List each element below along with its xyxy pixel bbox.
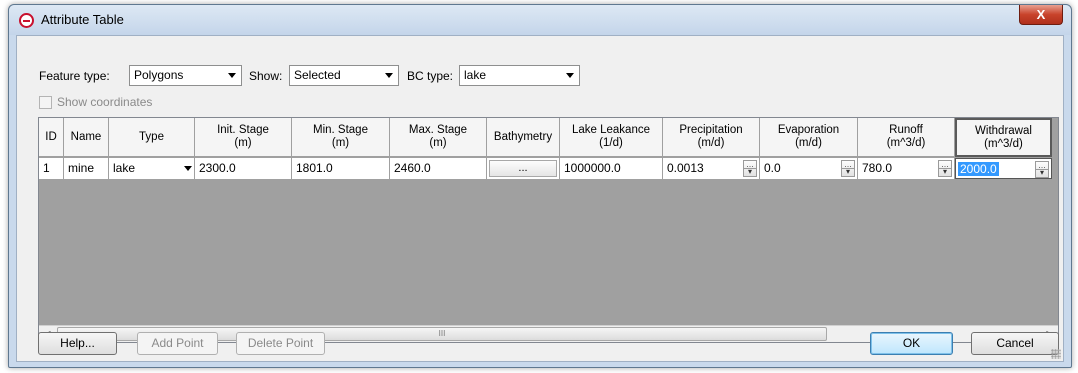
column-header-bathymetry[interactable]: Bathymetry <box>487 118 560 157</box>
show-label: Show: <box>249 69 283 83</box>
column-header-max-stage[interactable]: Max. Stage (m) <box>390 118 487 157</box>
show-dropdown[interactable]: Selected <box>289 65 399 86</box>
column-header-withdrawal[interactable]: Withdrawal (m^3/d) <box>955 118 1052 157</box>
cell-withdrawal-editor[interactable]: 2000.0 … ▾ <box>955 158 1052 179</box>
help-button[interactable]: Help... <box>38 332 117 355</box>
feature-type-value: Polygons <box>134 68 184 82</box>
column-header-id[interactable]: ID <box>39 118 64 157</box>
bathymetry-button[interactable]: ... <box>489 160 557 177</box>
resize-grip-icon[interactable] <box>1051 349 1061 359</box>
cell-init-stage[interactable]: 2300.0 <box>195 158 292 180</box>
bc-type-label: BC type: <box>407 69 454 83</box>
delete-point-button[interactable]: Delete Point <box>236 332 325 355</box>
spin-arrows-icon[interactable]: … ▾ <box>743 160 757 177</box>
column-header-init-stage[interactable]: Init. Stage (m) <box>195 118 292 157</box>
cell-bathymetry: ... <box>487 158 560 180</box>
ok-button[interactable]: OK <box>870 332 953 355</box>
add-point-button[interactable]: Add Point <box>137 332 218 355</box>
show-coordinates-checkbox[interactable] <box>39 96 52 109</box>
column-header-evaporation[interactable]: Evaporation (m/d) <box>760 118 858 157</box>
chevron-down-icon <box>228 73 236 78</box>
column-header-precipitation[interactable]: Precipitation (m/d) <box>663 118 760 157</box>
app-logo-icon <box>19 13 34 28</box>
cell-runoff-value: 780.0 <box>862 161 893 175</box>
cell-evaporation-value: 0.0 <box>764 161 781 175</box>
bc-type-value: lake <box>464 68 487 82</box>
dialog-body: Feature type: Polygons Show: Selected BC… <box>16 35 1064 362</box>
cancel-button[interactable]: Cancel <box>971 332 1059 355</box>
cell-evaporation[interactable]: 0.0 … ▾ <box>760 158 858 180</box>
chevron-down-icon[interactable] <box>184 166 192 171</box>
chevron-down-icon <box>385 73 393 78</box>
chevron-down-icon <box>566 73 574 78</box>
title-bar[interactable]: Attribute Table X <box>9 5 1071 35</box>
spin-arrows-icon[interactable]: … ▾ <box>1035 161 1049 178</box>
column-header-type[interactable]: Type <box>109 118 195 157</box>
cell-max-stage[interactable]: 2460.0 <box>390 158 487 180</box>
cell-precipitation[interactable]: 0.0013 … ▾ <box>663 158 760 180</box>
feature-type-label: Feature type: <box>39 69 110 83</box>
cell-type-value: lake <box>113 161 136 175</box>
cell-min-stage[interactable]: 1801.0 <box>292 158 390 180</box>
cell-precipitation-value: 0.0013 <box>667 161 704 175</box>
column-header-name[interactable]: Name <box>64 118 109 157</box>
cell-id[interactable]: 1 <box>39 158 64 180</box>
column-header-runoff[interactable]: Runoff (m^3/d) <box>858 118 955 157</box>
cell-type-dropdown[interactable]: lake <box>109 158 195 180</box>
feature-type-dropdown[interactable]: Polygons <box>129 65 242 86</box>
attribute-table-window: Attribute Table X Feature type: Polygons… <box>8 4 1072 368</box>
spin-arrows-icon[interactable]: … ▾ <box>938 160 952 177</box>
cell-runoff[interactable]: 780.0 … ▾ <box>858 158 955 180</box>
close-button[interactable]: X <box>1019 5 1063 25</box>
window-title: Attribute Table <box>41 12 124 27</box>
cell-lake-leakance[interactable]: 1000000.0 <box>560 158 663 180</box>
attribute-grid[interactable]: ID Name Type Init. Stage (m) Min. Stage … <box>38 117 1059 343</box>
show-value: Selected <box>294 68 341 82</box>
show-coordinates-label: Show coordinates <box>57 95 153 109</box>
bc-type-dropdown[interactable]: lake <box>459 65 580 86</box>
column-header-lake-leakance[interactable]: Lake Leakance (1/d) <box>560 118 663 157</box>
column-header-min-stage[interactable]: Min. Stage (m) <box>292 118 390 157</box>
cell-withdrawal-value[interactable]: 2000.0 <box>958 162 999 176</box>
cell-name[interactable]: mine <box>64 158 109 180</box>
spin-arrows-icon[interactable]: … ▾ <box>841 160 855 177</box>
